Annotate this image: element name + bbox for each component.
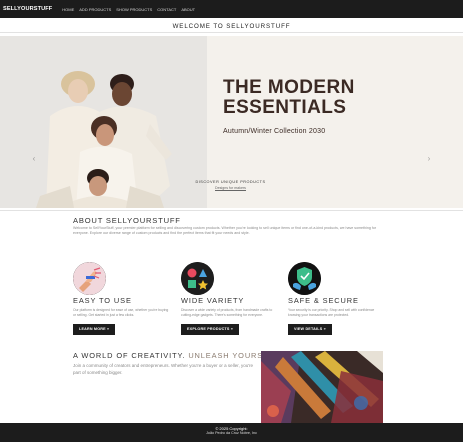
section-divider [0, 210, 463, 211]
learn-more-button[interactable]: LEARN MORE » [73, 324, 116, 336]
pointing-hand-icon [73, 262, 106, 295]
nav-link-show-products[interactable]: SHOW PRODUCTS [116, 7, 152, 12]
creativity-title-main: A WORLD OF CREATIVITY. [73, 351, 186, 360]
nav-link-contact[interactable]: CONTACT [157, 7, 176, 12]
shapes-icon [181, 262, 214, 295]
explore-products-button[interactable]: EXPLORE PRODUCTS » [181, 324, 240, 336]
feature-wide-variety: WIDE VARIETY Discover a wide variety of … [181, 262, 281, 336]
about-title: ABOUT SELLYOURSTUFF [73, 216, 181, 225]
feature-title-secure: SAFE & SECURE [288, 296, 359, 305]
creativity-image [261, 351, 383, 423]
feature-text-easy: Our platform is designed for ease of use… [73, 308, 169, 317]
shield-hands-icon [288, 262, 321, 295]
feature-text-secure: Your security is our priority. Shop and … [288, 308, 375, 317]
feature-safe-secure: SAFE & SECURE Your security is our prior… [288, 262, 388, 336]
nav-link-about[interactable]: ABOUT [181, 7, 195, 12]
footer: © 2025 Copyright: João Pedro da Cruz Nob… [0, 423, 463, 442]
hero-image [0, 36, 207, 208]
paint-brushes-illustration [261, 351, 383, 423]
nav-link-add-products[interactable]: ADD PRODUCTS [79, 7, 111, 12]
welcome-banner: WELCOME TO SELLYOURSTUFF [0, 20, 463, 33]
nav-link-home[interactable]: HOME [62, 7, 74, 12]
creativity-title: A WORLD OF CREATIVITY. UNLEASH YOURS. [73, 351, 266, 360]
hero-models-illustration [0, 36, 207, 208]
hero-subtitle: Autumn/Winter Collection 2030 [223, 128, 326, 135]
feature-title-easy: EASY TO USE [73, 296, 132, 305]
carousel-next-icon[interactable]: › [425, 154, 433, 164]
creativity-title-accent: UNLEASH YOURS. [188, 351, 267, 360]
feature-title-variety: WIDE VARIETY [181, 296, 245, 305]
about-text: Welcome to SellYourStuff, your premier p… [73, 226, 377, 235]
carousel-prev-icon[interactable]: ‹ [30, 154, 38, 164]
hero-title: THE MODERN ESSENTIALS [223, 77, 355, 118]
creativity-text: Join a community of creators and entrepr… [73, 363, 254, 375]
navbar: SELLYOURSTUFF HOME ADD PRODUCTS SHOW PRO… [0, 0, 463, 18]
footer-copyright: © 2025 Copyright: [215, 426, 248, 431]
feature-easy-to-use: EASY TO USE Our platform is designed for… [73, 262, 173, 336]
feature-text-variety: Discover a wide variety of products, fro… [181, 308, 273, 317]
footer-owner-link[interactable]: João Pedro da Cruz Nobre, Inc [0, 431, 463, 436]
welcome-text: WELCOME TO SELLYOURSTUFF [172, 22, 291, 30]
hero-discover-caption: DISCOVER UNIQUE PRODUCTS [195, 180, 266, 184]
designers-link[interactable]: Designs for makers [193, 186, 268, 190]
brand-logo[interactable]: SELLYOURSTUFF [3, 6, 52, 12]
view-details-button[interactable]: VIEW DETAILS » [288, 324, 332, 336]
